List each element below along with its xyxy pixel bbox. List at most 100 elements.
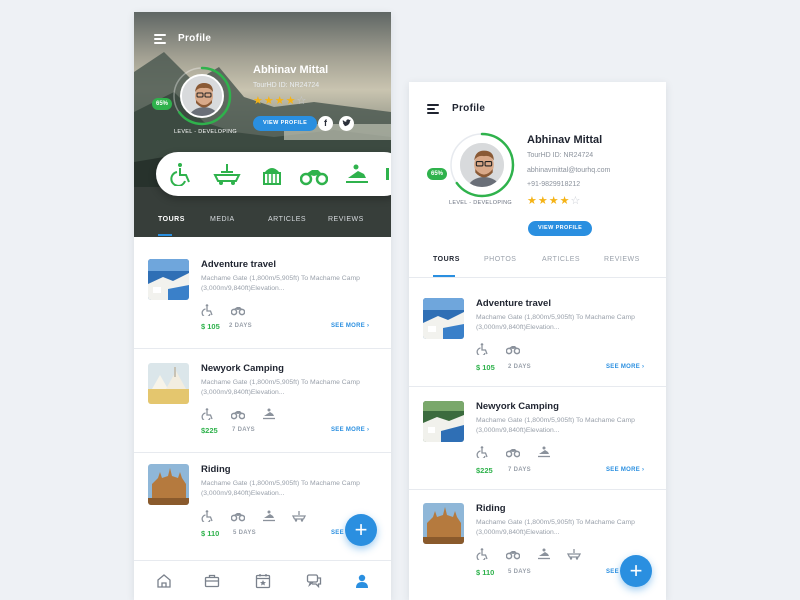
see-more-link[interactable]: SEE MORE › (606, 364, 644, 370)
screen-title: Profile (452, 103, 486, 114)
header-landscape-photo: Profile 65% LEVEL - DEVELOPING Abhinav M… (134, 12, 391, 237)
calendar-star-icon[interactable] (255, 573, 271, 589)
avatar-progress (449, 132, 515, 198)
tour-activity-icons (476, 339, 532, 357)
see-more-link[interactable]: SEE MORE › (331, 427, 369, 433)
profile-screen-light-header: Profile 65% LEVEL - DEVELOPING Abhinav M… (409, 82, 666, 600)
tour-activity-icons (201, 300, 257, 318)
tour-thumbnail (423, 401, 464, 442)
tab-bar: TOURS MEDIA ARTICLES REVIEWS (134, 216, 391, 237)
tour-thumbnail (148, 259, 189, 300)
tour-price: $ 105 (476, 363, 495, 372)
tour-description: Machame Gate (1,800m/5,905ft) To Machame… (476, 314, 635, 331)
divider (134, 348, 391, 349)
atv-icon (231, 407, 246, 420)
tour-description: Machame Gate (1,800m/5,905ft) To Machame… (201, 480, 360, 497)
star-filled-icon: ★ (285, 95, 297, 107)
tab-reviews[interactable]: REVIEWS (328, 216, 364, 223)
snowmobile-icon (262, 509, 276, 521)
avatar[interactable] (180, 74, 224, 118)
tour-price: $225 (476, 466, 493, 475)
level-percent-badge: 65% (152, 98, 173, 110)
star-filled-icon: ★ (548, 195, 560, 207)
wheelchair-icon (476, 342, 490, 357)
divider (409, 386, 666, 387)
cake-icon[interactable] (259, 162, 285, 186)
tab-tours[interactable]: TOURS (433, 256, 460, 263)
add-button[interactable]: + (620, 555, 652, 587)
see-more-link[interactable]: SEE MORE › (606, 467, 644, 473)
tab-media[interactable]: MEDIA (210, 216, 235, 223)
snowmobile-icon[interactable] (344, 162, 370, 186)
wheelchair-icon (476, 445, 490, 460)
briefcase-icon[interactable] (204, 573, 220, 589)
snowmobile-icon (537, 547, 551, 559)
star-filled-icon: ★ (274, 95, 286, 107)
tour-description: Machame Gate (1,800m/5,905ft) To Machame… (201, 379, 360, 396)
avatar[interactable] (458, 141, 506, 189)
tour-thumbnail (423, 503, 464, 544)
home-icon[interactable] (156, 573, 172, 589)
tour-title: Riding (201, 464, 231, 475)
view-profile-button[interactable]: VIEW PROFILE (253, 116, 318, 131)
tour-duration: 5 DAYS (233, 530, 256, 536)
tour-thumbnail (148, 363, 189, 404)
profile-name: Abhinav Mittal (253, 64, 329, 76)
profile-phone[interactable]: +91-9829918212 (527, 181, 580, 188)
boat-icon[interactable] (212, 162, 241, 186)
atv-icon (231, 303, 246, 316)
tour-duration: 7 DAYS (232, 427, 255, 433)
see-more-link[interactable]: SEE MORE › (331, 323, 369, 329)
rating-stars: ★★★★☆ (253, 96, 307, 107)
menu-icon[interactable] (154, 34, 166, 44)
add-button[interactable]: + (345, 514, 377, 546)
atv-icon[interactable] (299, 162, 329, 186)
more-activity-icon[interactable] (384, 162, 391, 186)
tab-tours[interactable]: TOURS (158, 216, 185, 223)
boat-icon (292, 509, 307, 522)
star-filled-icon: ★ (263, 95, 275, 107)
tour-duration: 7 DAYS (508, 467, 531, 473)
tour-thumbnail (423, 298, 464, 339)
tour-title: Newyork Camping (476, 401, 559, 412)
star-filled-icon: ★ (537, 195, 549, 207)
profile-screen-photo-header: Profile 65% LEVEL - DEVELOPING Abhinav M… (134, 12, 391, 600)
tour-price: $ 110 (476, 568, 495, 577)
wheelchair-icon (201, 509, 215, 524)
view-profile-button[interactable]: VIEW PROFILE (528, 221, 593, 236)
tour-activity-icons (476, 442, 563, 460)
level-percent-badge: 65% (427, 168, 448, 180)
snowmobile-icon (537, 445, 551, 457)
tab-reviews[interactable]: REVIEWS (604, 256, 640, 263)
atv-icon (231, 509, 246, 522)
twitter-icon[interactable] (339, 116, 354, 131)
profile-email[interactable]: abhinavmittal@tourhq.com (527, 167, 610, 174)
tour-activity-icons (201, 404, 288, 422)
facebook-icon[interactable]: f (318, 116, 333, 131)
star-empty-icon: ☆ (570, 195, 582, 207)
tour-activity-icons (476, 544, 593, 562)
profile-id: TourHD ID: NR24724 (253, 82, 320, 89)
wheelchair-icon[interactable] (168, 162, 194, 187)
star-filled-icon: ★ (527, 195, 538, 207)
atv-icon (506, 445, 521, 458)
bottom-nav (134, 560, 391, 600)
tour-description: Machame Gate (1,800m/5,905ft) To Machame… (476, 519, 635, 536)
star-filled-icon: ★ (559, 195, 571, 207)
tour-title: Riding (476, 503, 506, 514)
tab-photos[interactable]: PHOTOS (484, 256, 516, 263)
level-label: LEVEL - DEVELOPING (174, 129, 237, 135)
tour-title: Newyork Camping (201, 363, 284, 374)
boat-icon (567, 547, 582, 560)
menu-icon[interactable] (427, 104, 439, 114)
chat-icon[interactable] (306, 573, 322, 589)
tour-title: Adventure travel (476, 298, 551, 309)
tour-duration: 5 DAYS (508, 569, 531, 575)
star-empty-icon: ☆ (296, 95, 308, 107)
tour-price: $225 (201, 426, 218, 435)
tour-duration: 2 DAYS (508, 364, 531, 370)
tab-articles[interactable]: ARTICLES (542, 256, 580, 263)
profile-icon[interactable] (354, 573, 370, 589)
rating-stars: ★★★★☆ (527, 196, 581, 207)
tab-articles[interactable]: ARTICLES (268, 216, 306, 223)
